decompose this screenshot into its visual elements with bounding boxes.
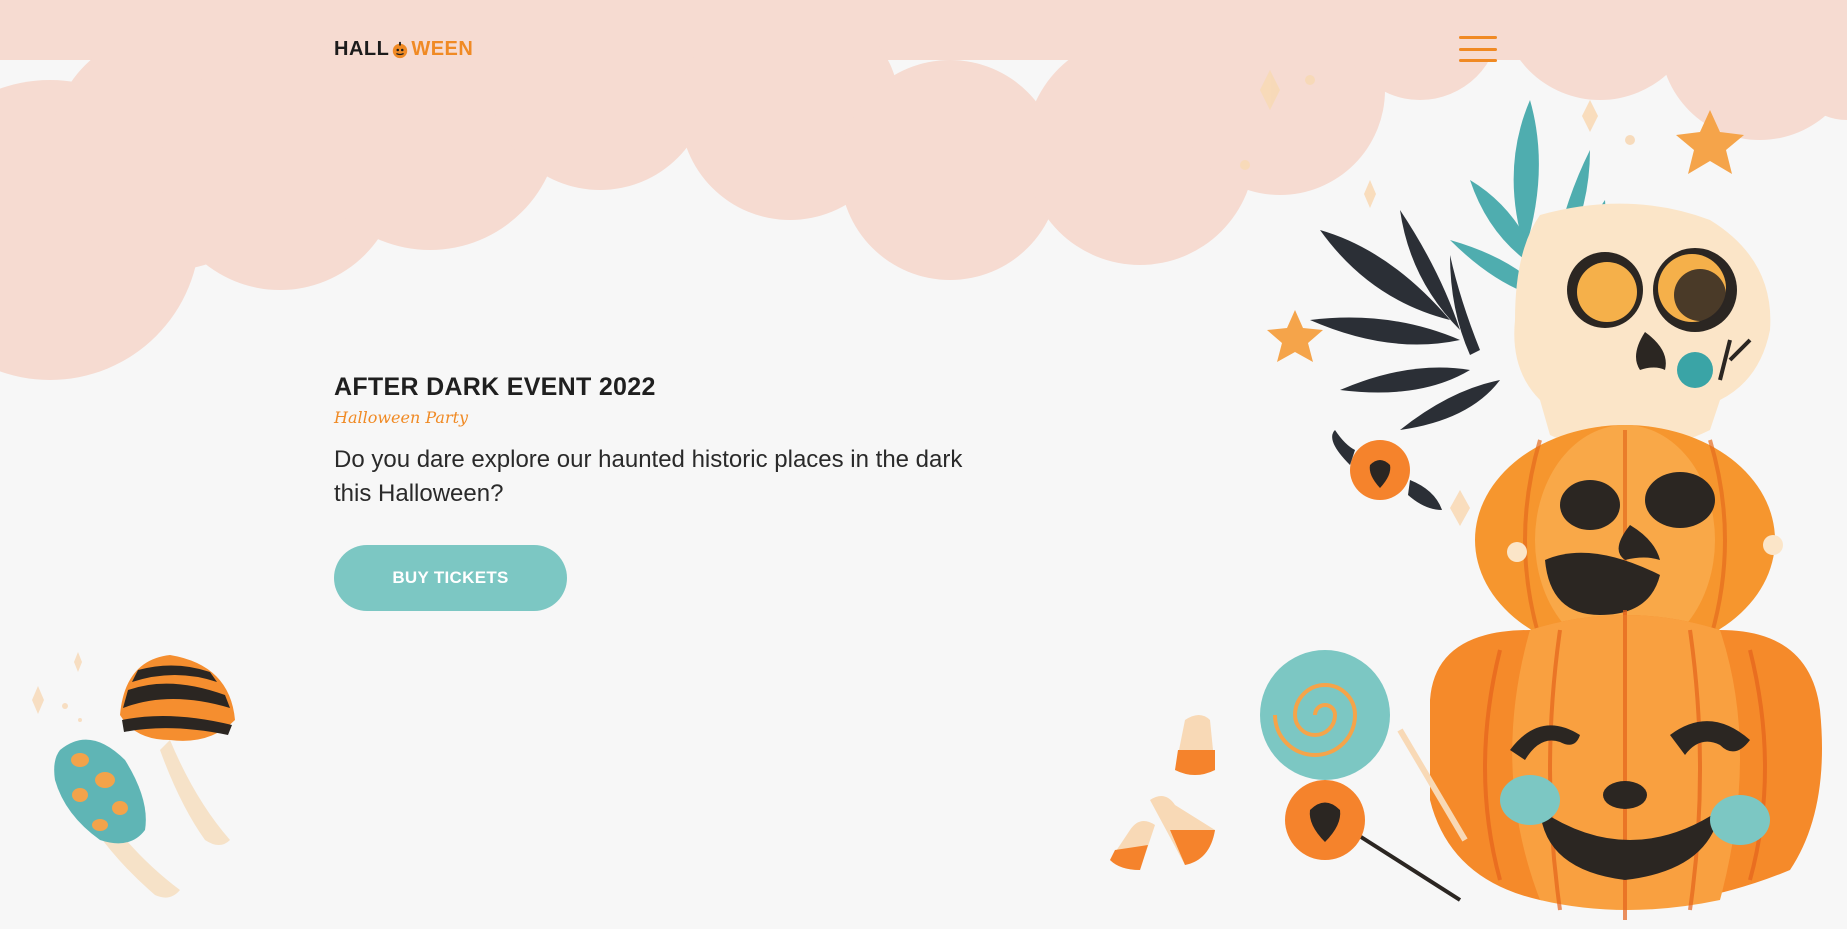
hero-description: Do you dare explore our haunted historic…: [334, 446, 963, 507]
logo[interactable]: HALL WEEN: [334, 38, 473, 61]
buy-tickets-button[interactable]: BUY TICKETS: [334, 545, 567, 611]
logo-text-suffix: WEEN: [411, 38, 474, 60]
menu-line: [1459, 47, 1497, 51]
hero-subtitle: Halloween Party: [334, 408, 469, 427]
pumpkins-skull-illustration: [1110, 70, 1822, 920]
hamburger-menu-icon[interactable]: [1459, 36, 1497, 62]
menu-line: [1459, 59, 1497, 62]
hero-title: AFTER DARK EVENT 2022: [334, 373, 656, 401]
menu-line: [1459, 36, 1497, 39]
pumpkin-logo-icon: [393, 41, 408, 58]
mushrooms-illustration: [32, 652, 235, 898]
logo-text-prefix: HALL: [334, 38, 390, 60]
hero-section: AFTER DARK EVENT 2022 Halloween Party Do…: [334, 373, 974, 511]
